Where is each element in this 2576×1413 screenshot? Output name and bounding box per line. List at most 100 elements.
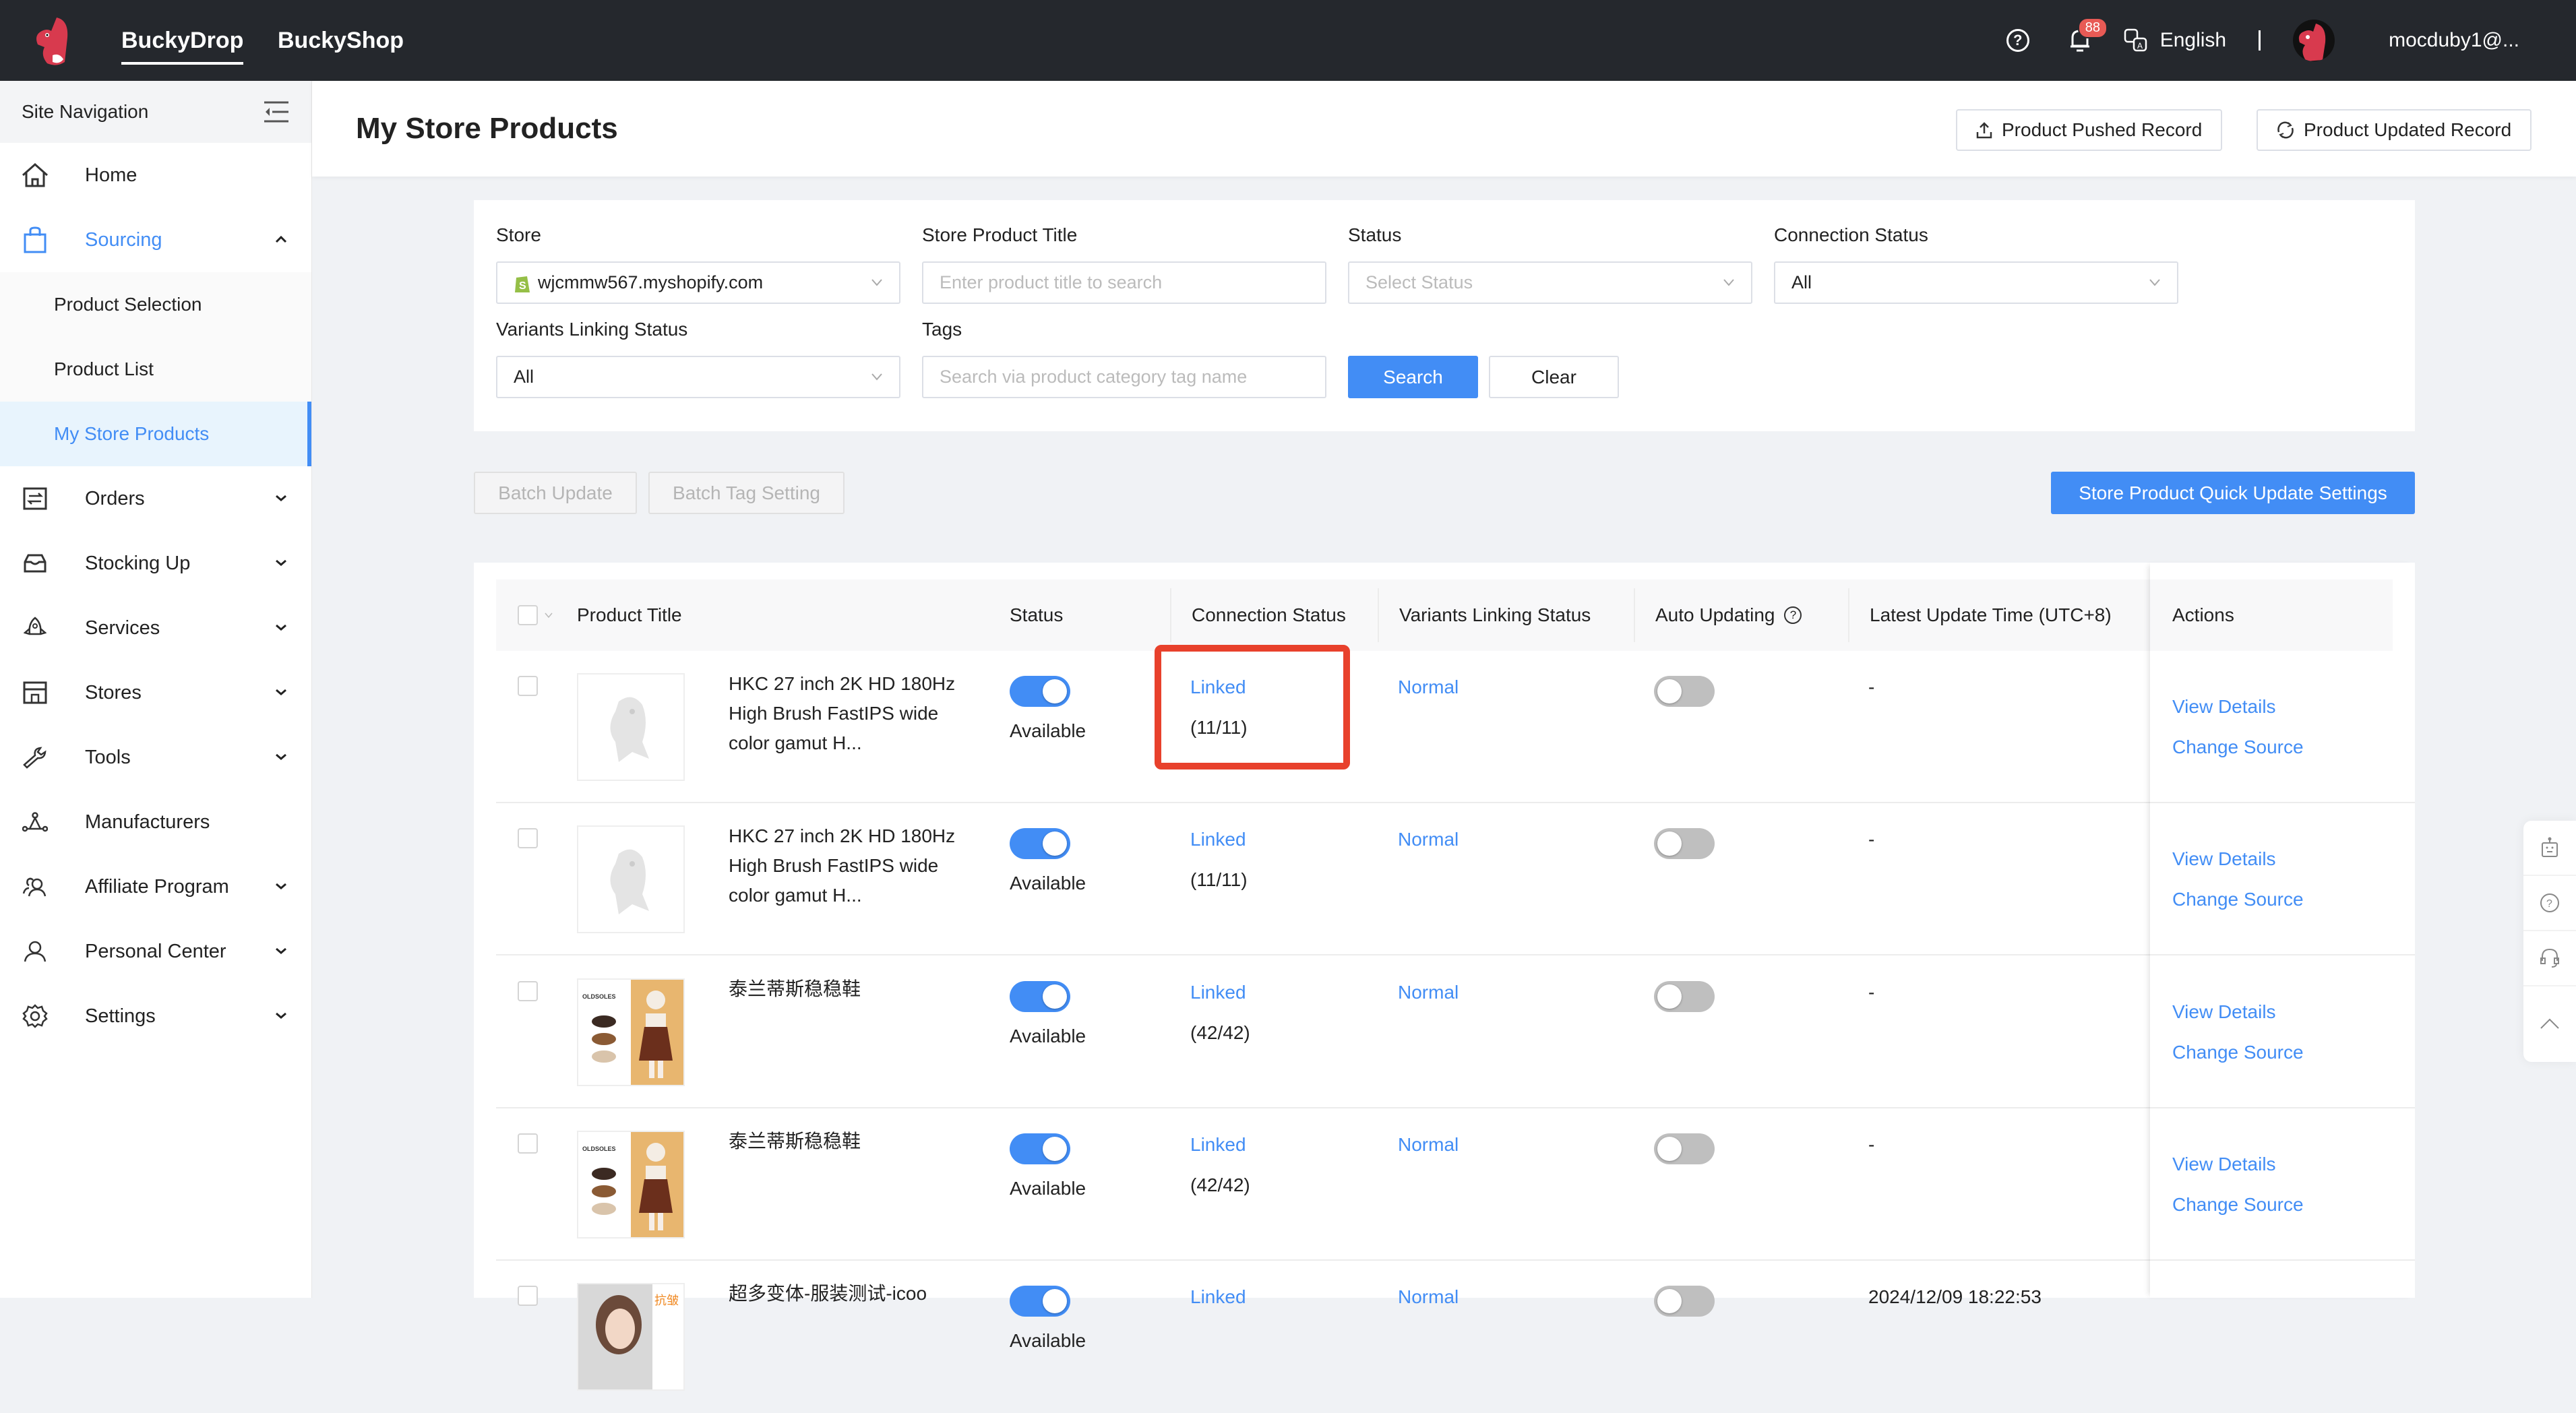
sidebar-item-home[interactable]: Home bbox=[0, 143, 311, 208]
connection-status-link[interactable]: Linked bbox=[1190, 1286, 1246, 1308]
product-title-line: 泰兰蒂斯稳稳鞋 bbox=[729, 1131, 861, 1152]
sidebar-item-product-list[interactable]: Product List bbox=[0, 337, 311, 402]
row-checkbox[interactable] bbox=[518, 1133, 538, 1154]
chevron-down-icon[interactable] bbox=[543, 610, 554, 620]
change-source-link[interactable]: Change Source bbox=[2172, 889, 2304, 910]
chevron-down-icon bbox=[276, 559, 286, 566]
variants-linking-label: Variants Linking Status bbox=[496, 319, 688, 340]
username[interactable]: mocduby1@... bbox=[2389, 29, 2519, 52]
support-button[interactable] bbox=[2523, 931, 2576, 986]
sidebar-item-stocking-up[interactable]: Stocking Up bbox=[0, 531, 311, 596]
batch-tag-setting-button[interactable]: Batch Tag Setting bbox=[648, 472, 845, 514]
collapse-menu-icon[interactable] bbox=[264, 101, 288, 123]
search-button[interactable]: Search bbox=[1348, 356, 1478, 398]
sidebar-item-personal-center[interactable]: Personal Center bbox=[0, 919, 311, 984]
back-to-top-button[interactable] bbox=[2523, 986, 2576, 1061]
select-all-checkbox[interactable] bbox=[518, 605, 538, 625]
auto-updating-toggle[interactable] bbox=[1654, 676, 1715, 707]
sidebar-item-orders[interactable]: Orders bbox=[0, 466, 311, 531]
sidebar-item-label: Settings bbox=[85, 1005, 156, 1027]
row-checkbox[interactable] bbox=[518, 981, 538, 1001]
auto-updating-toggle[interactable] bbox=[1654, 1286, 1715, 1317]
status-toggle[interactable] bbox=[1010, 1286, 1070, 1317]
row-checkbox[interactable] bbox=[518, 676, 538, 696]
help-icon[interactable]: ? bbox=[1784, 606, 1802, 624]
product-title[interactable]: 泰兰蒂斯稳稳鞋 bbox=[729, 974, 998, 1004]
product-title-line: HKC 27 inch 2K HD 180Hz bbox=[729, 825, 956, 846]
connection-status-link[interactable]: Linked bbox=[1190, 1134, 1246, 1156]
product-title-input[interactable]: Enter product title to search bbox=[922, 261, 1326, 304]
store-select[interactable]: S wjcmmw567.myshopify.com bbox=[496, 261, 900, 304]
sidebar-item-manufacturers[interactable]: Manufacturers bbox=[0, 790, 311, 854]
sidebar-header: Site Navigation bbox=[0, 81, 311, 143]
chevron-down-icon bbox=[276, 753, 286, 760]
auto-updating-toggle[interactable] bbox=[1654, 828, 1715, 859]
connection-status-select[interactable]: All bbox=[1774, 261, 2178, 304]
view-details-link[interactable]: View Details bbox=[2172, 1001, 2276, 1023]
batch-update-button[interactable]: Batch Update bbox=[474, 472, 637, 514]
notifications-button[interactable]: 88 bbox=[2070, 18, 2108, 53]
sidebar-item-services[interactable]: Services bbox=[0, 596, 311, 660]
status-toggle[interactable] bbox=[1010, 981, 1070, 1012]
product-thumbnail[interactable]: OLDSOLES bbox=[577, 978, 685, 1086]
view-details-link[interactable]: View Details bbox=[2172, 1154, 2276, 1175]
chatbot-button[interactable] bbox=[2523, 821, 2576, 876]
actions-cell: View Details Change Source bbox=[2150, 956, 2415, 1108]
product-thumbnail[interactable]: 抗皱 bbox=[577, 1283, 685, 1391]
status-toggle[interactable] bbox=[1010, 676, 1070, 707]
row-checkbox[interactable] bbox=[518, 1286, 538, 1306]
variants-status-link[interactable]: Normal bbox=[1398, 982, 1459, 1003]
auto-updating-toggle[interactable] bbox=[1654, 1133, 1715, 1164]
sidebar-item-affiliate-program[interactable]: Affiliate Program bbox=[0, 854, 311, 919]
view-details-link[interactable]: View Details bbox=[2172, 696, 2276, 718]
chevron-down-icon bbox=[871, 279, 882, 286]
tags-input[interactable]: Search via product category tag name bbox=[922, 356, 1326, 398]
topnav-buckyshop[interactable]: BuckyShop bbox=[278, 0, 404, 81]
sidebar-item-sourcing[interactable]: Sourcing bbox=[0, 208, 311, 272]
help-button[interactable]: ? bbox=[2523, 876, 2576, 931]
product-title-line: 泰兰蒂斯稳稳鞋 bbox=[729, 978, 861, 999]
sidebar-item-stores[interactable]: Stores bbox=[0, 660, 311, 725]
product-title[interactable]: 超多变体-服装测试-icoo bbox=[729, 1279, 998, 1309]
variants-linking-select[interactable]: All bbox=[496, 356, 900, 398]
help-icon[interactable]: ? bbox=[2006, 29, 2029, 52]
sidebar-item-tools[interactable]: Tools bbox=[0, 725, 311, 790]
variants-status-link[interactable]: Normal bbox=[1398, 677, 1459, 698]
button-label: Product Updated Record bbox=[2304, 119, 2512, 140]
sidebar-item-settings[interactable]: Settings bbox=[0, 984, 311, 1048]
buckydrop-logo[interactable] bbox=[30, 15, 78, 69]
topnav-buckydrop[interactable]: BuckyDrop bbox=[121, 0, 244, 81]
variants-status-link[interactable]: Normal bbox=[1398, 1286, 1459, 1308]
product-thumbnail[interactable]: OLDSOLES bbox=[577, 1131, 685, 1238]
row-checkbox[interactable] bbox=[518, 828, 538, 848]
language-switcher[interactable]: A English bbox=[2124, 28, 2226, 53]
product-thumbnail[interactable] bbox=[577, 825, 685, 933]
product-thumbnail[interactable] bbox=[577, 673, 685, 781]
highlight-annotation-box bbox=[1155, 645, 1350, 770]
variants-status-link[interactable]: Normal bbox=[1398, 1134, 1459, 1156]
product-pushed-record-button[interactable]: Product Pushed Record bbox=[1956, 109, 2223, 151]
sidebar-item-product-selection[interactable]: Product Selection bbox=[0, 272, 311, 337]
view-details-link[interactable]: View Details bbox=[2172, 848, 2276, 870]
actions-cell bbox=[2150, 1261, 2415, 1413]
sidebar-item-my-store-products[interactable]: My Store Products bbox=[0, 402, 311, 466]
product-title[interactable]: 泰兰蒂斯稳稳鞋 bbox=[729, 1127, 998, 1156]
change-source-link[interactable]: Change Source bbox=[2172, 736, 2304, 758]
product-title[interactable]: HKC 27 inch 2K HD 180Hz High Brush FastIP… bbox=[729, 669, 998, 758]
connection-status-link[interactable]: Linked bbox=[1190, 982, 1246, 1003]
auto-updating-toggle[interactable] bbox=[1654, 981, 1715, 1012]
clear-button[interactable]: Clear bbox=[1489, 356, 1619, 398]
change-source-link[interactable]: Change Source bbox=[2172, 1194, 2304, 1216]
change-source-link[interactable]: Change Source bbox=[2172, 1042, 2304, 1063]
variants-status-link[interactable]: Normal bbox=[1398, 829, 1459, 850]
quick-update-settings-button[interactable]: Store Product Quick Update Settings bbox=[2051, 472, 2415, 514]
status-select[interactable]: Select Status bbox=[1348, 261, 1752, 304]
divider bbox=[2259, 30, 2261, 51]
status-toggle[interactable] bbox=[1010, 828, 1070, 859]
avatar[interactable] bbox=[2293, 20, 2335, 61]
status-label: Status bbox=[1348, 224, 1402, 245]
product-updated-record-button[interactable]: Product Updated Record bbox=[2257, 109, 2532, 151]
status-toggle[interactable] bbox=[1010, 1133, 1070, 1164]
connection-status-link[interactable]: Linked bbox=[1190, 829, 1246, 850]
product-title[interactable]: HKC 27 inch 2K HD 180Hz High Brush FastIP… bbox=[729, 821, 998, 910]
